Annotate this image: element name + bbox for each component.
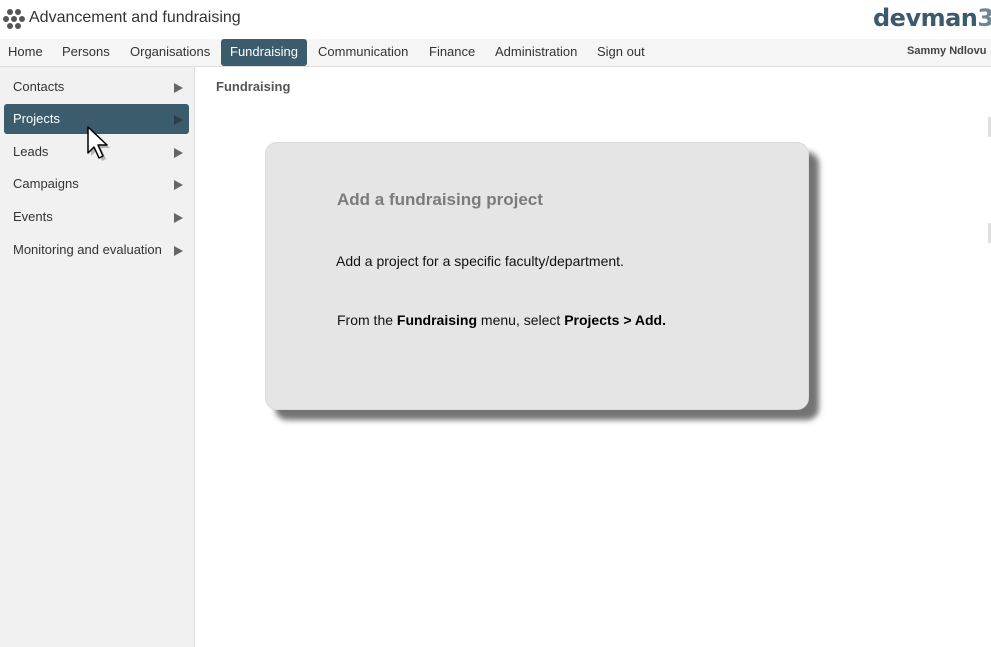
sidebar-item-label: Projects	[13, 111, 60, 126]
sidebar-item-campaigns[interactable]: Campaigns	[4, 169, 189, 199]
card-description: Add a project for a specific faculty/dep…	[336, 253, 624, 269]
sidebar-item-events[interactable]: Events	[4, 202, 189, 232]
triangle-right-icon	[174, 246, 183, 256]
nav-administration[interactable]: Administration	[495, 39, 577, 66]
nav-home[interactable]: Home	[8, 39, 43, 66]
top-nav: Home Persons Organisations Fundraising C…	[0, 39, 991, 67]
brand-logo-text: devman	[873, 4, 978, 32]
triangle-right-icon	[174, 180, 183, 190]
instruction-menu: Fundraising	[396, 312, 478, 328]
sidebar-item-label: Monitoring and evaluation	[13, 242, 162, 257]
main-content: Fundraising Add a fundraising project Ad…	[195, 67, 991, 647]
brand-logo-number: 3	[977, 4, 991, 32]
nav-persons[interactable]: Persons	[62, 39, 110, 66]
nav-communication[interactable]: Communication	[318, 39, 408, 66]
sidebar-item-label: Contacts	[13, 79, 65, 94]
page-title: Fundraising	[216, 79, 291, 94]
sidebar-item-label: Events	[13, 209, 53, 224]
sidebar-item-leads[interactable]: Leads	[4, 137, 189, 167]
sidebar-item-label: Campaigns	[13, 176, 79, 191]
app-title: Advancement and fundraising	[29, 9, 241, 26]
triangle-right-icon	[174, 213, 183, 223]
triangle-right-icon	[174, 148, 183, 158]
triangle-right-icon	[174, 115, 183, 125]
app-header: Advancement and fundraising devman3	[0, 0, 991, 39]
info-card: Add a fundraising project Add a project …	[265, 142, 809, 410]
nav-finance[interactable]: Finance	[429, 39, 475, 66]
nav-sign-out[interactable]: Sign out	[597, 39, 645, 66]
sidebar-item-label: Leads	[13, 144, 49, 159]
nav-fundraising[interactable]: Fundraising	[221, 39, 307, 66]
brand-logo: devman3	[873, 4, 991, 32]
nav-organisations[interactable]: Organisations	[130, 39, 210, 66]
card-title: Add a fundraising project	[337, 190, 543, 209]
triangle-right-icon	[174, 83, 183, 93]
card-instruction: From the Fundraising menu, select Projec…	[337, 312, 666, 328]
user-name[interactable]: Sammy Ndlovu	[907, 39, 986, 64]
instruction-middle: menu, select	[477, 312, 565, 328]
sidebar-item-contacts[interactable]: Contacts	[4, 72, 189, 102]
app-logo-icon	[3, 9, 25, 29]
sidebar-item-monitoring[interactable]: Monitoring and evaluation	[4, 235, 189, 265]
sidebar: Contacts Projects Leads Campaigns Events…	[0, 67, 195, 647]
sidebar-item-projects[interactable]: Projects	[4, 104, 189, 134]
instruction-path: Projects > Add.	[564, 312, 666, 328]
instruction-prefix: From the	[337, 312, 397, 328]
